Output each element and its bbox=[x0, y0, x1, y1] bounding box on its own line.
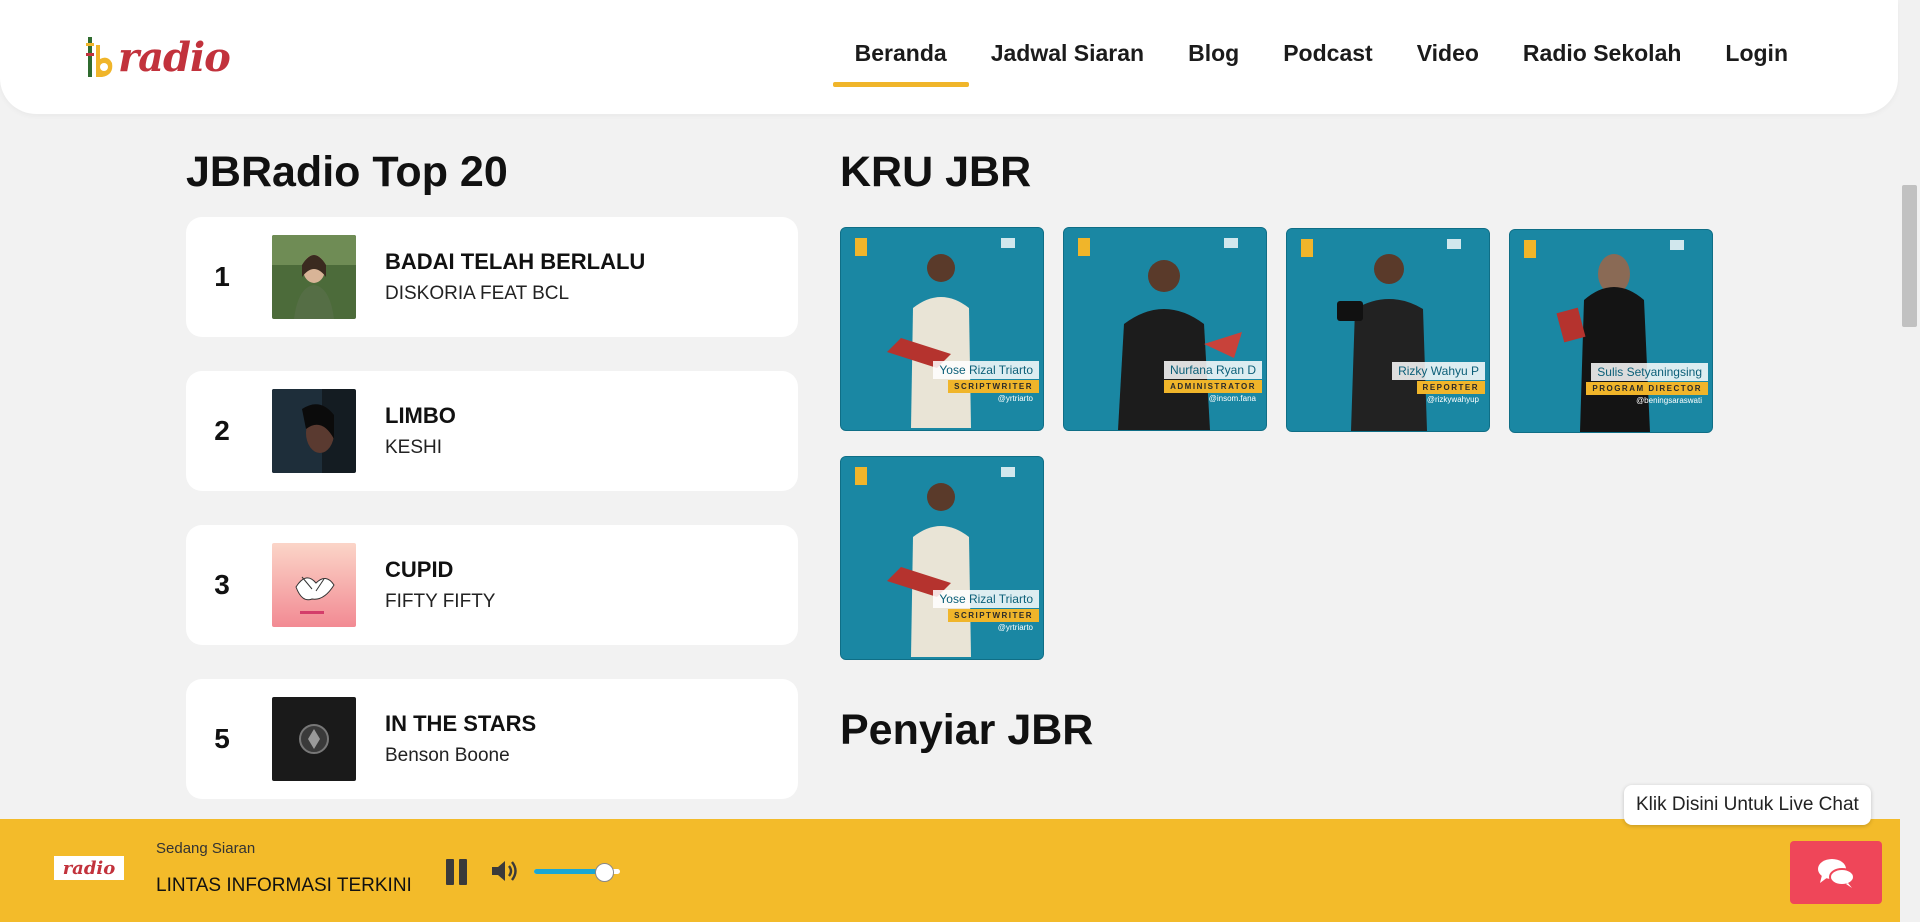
song-rank: 1 bbox=[214, 261, 230, 292]
song-cover-image bbox=[272, 543, 356, 627]
crew-role: ADMINISTRATOR bbox=[1164, 380, 1262, 393]
song-rank: 3 bbox=[214, 569, 230, 600]
crew-card[interactable]: Yose Rizal Triarto SCRIPTWRITER @yrtriar… bbox=[840, 456, 1044, 660]
nav-podcast[interactable]: Podcast bbox=[1261, 36, 1394, 87]
crew-name: Yose Rizal Triarto bbox=[933, 590, 1039, 608]
crew-handle: @yrtriarto bbox=[997, 623, 1033, 632]
crew-title: KRU JBR bbox=[840, 148, 1032, 196]
player-logo: radio bbox=[54, 856, 124, 880]
pause-icon bbox=[446, 859, 454, 885]
song-cover-image bbox=[272, 697, 356, 781]
pause-button[interactable] bbox=[444, 859, 470, 885]
crew-card[interactable]: Sulis Setyaningsing PROGRAM DIRECTOR @be… bbox=[1509, 229, 1713, 433]
crew-name: Yose Rizal Triarto bbox=[933, 361, 1039, 379]
crew-handle: @insom.fana bbox=[1208, 394, 1256, 403]
scrollbar-thumb[interactable] bbox=[1902, 185, 1917, 327]
crew-handle: @yrtriarto bbox=[997, 394, 1033, 403]
announcers-title: Penyiar JBR bbox=[840, 706, 1094, 754]
now-playing-title: LINTAS INFORMASI TERKINI bbox=[156, 875, 412, 896]
logo-text: radio bbox=[118, 33, 231, 81]
song-rank: 2 bbox=[214, 415, 230, 446]
chat-bubbles-icon bbox=[1818, 858, 1855, 888]
crew-card[interactable]: Rizky Wahyu P REPORTER @rizkywahyup bbox=[1286, 228, 1490, 432]
top20-title: JBRadio Top 20 bbox=[186, 148, 508, 196]
crew-handle: @beningsaraswati bbox=[1636, 396, 1702, 405]
volume-fill bbox=[534, 869, 603, 874]
song-title: IN THE STARS bbox=[385, 711, 537, 736]
song-title: BADAI TELAH BERLALU bbox=[385, 249, 646, 274]
song-artist: Benson Boone bbox=[385, 745, 510, 766]
song-title: CUPID bbox=[385, 557, 454, 582]
song-artist: DISKORIA FEAT BCL bbox=[385, 283, 570, 304]
volume-icon[interactable] bbox=[490, 857, 520, 885]
song-rank: 5 bbox=[214, 723, 230, 754]
player-logo-text: radio bbox=[62, 857, 116, 879]
crew-handle: @rizkywahyup bbox=[1426, 395, 1479, 404]
crew-role: SCRIPTWRITER bbox=[948, 380, 1039, 393]
song-card[interactable]: 5 IN THE STARS Benson Boone bbox=[186, 679, 798, 799]
site-header: radio Beranda Jadwal Siaran Blog Podcast… bbox=[0, 0, 1898, 114]
crew-card[interactable]: Nurfana Ryan D ADMINISTRATOR @insom.fana bbox=[1063, 227, 1267, 431]
main-nav: Beranda Jadwal Siaran Blog Podcast Video… bbox=[832, 36, 1810, 87]
crew-name: Sulis Setyaningsing bbox=[1591, 363, 1708, 381]
volume-knob[interactable] bbox=[594, 863, 614, 882]
live-chat-tooltip[interactable]: Klik Disini Untuk Live Chat bbox=[1624, 785, 1871, 825]
radio-player-bar: radio Sedang Siaran LINTAS INFORMASI TER… bbox=[0, 819, 1920, 922]
volume-slider[interactable] bbox=[534, 863, 620, 882]
song-artist: KESHI bbox=[385, 437, 443, 458]
page-scrollbar[interactable] bbox=[1900, 0, 1920, 922]
song-title: LIMBO bbox=[385, 403, 456, 428]
now-playing-label: Sedang Siaran bbox=[156, 840, 256, 857]
crew-role: SCRIPTWRITER bbox=[948, 609, 1039, 622]
crew-name: Nurfana Ryan D bbox=[1163, 361, 1262, 379]
song-cover-image bbox=[272, 235, 356, 319]
crew-card[interactable]: Yose Rizal Triarto SCRIPTWRITER @yrtriar… bbox=[840, 227, 1044, 431]
song-cover-image bbox=[272, 389, 356, 473]
crew-name: Rizky Wahyu P bbox=[1392, 362, 1485, 380]
nav-beranda[interactable]: Beranda bbox=[832, 36, 969, 87]
nav-jadwal-siaran[interactable]: Jadwal Siaran bbox=[969, 36, 1166, 87]
nav-radio-sekolah[interactable]: Radio Sekolah bbox=[1501, 36, 1703, 87]
nav-blog[interactable]: Blog bbox=[1166, 36, 1261, 87]
nav-login[interactable]: Login bbox=[1703, 36, 1810, 87]
song-card[interactable]: 2 LIMBO KESHI bbox=[186, 371, 798, 491]
logo-mark-icon bbox=[86, 33, 116, 81]
crew-role: REPORTER bbox=[1416, 381, 1485, 394]
live-chat-button[interactable] bbox=[1790, 841, 1882, 904]
nav-video[interactable]: Video bbox=[1395, 36, 1501, 87]
site-logo[interactable]: radio bbox=[86, 30, 231, 84]
top20-list: 1 BADAI TELAH BERLALU DISKORIA FEAT BCL … bbox=[186, 217, 798, 833]
song-artist: FIFTY FIFTY bbox=[385, 591, 496, 612]
song-card[interactable]: 3 CUPID FIFTY FIFTY bbox=[186, 525, 798, 645]
song-card[interactable]: 1 BADAI TELAH BERLALU DISKORIA FEAT BCL bbox=[186, 217, 798, 337]
crew-role: PROGRAM DIRECTOR bbox=[1586, 382, 1708, 395]
